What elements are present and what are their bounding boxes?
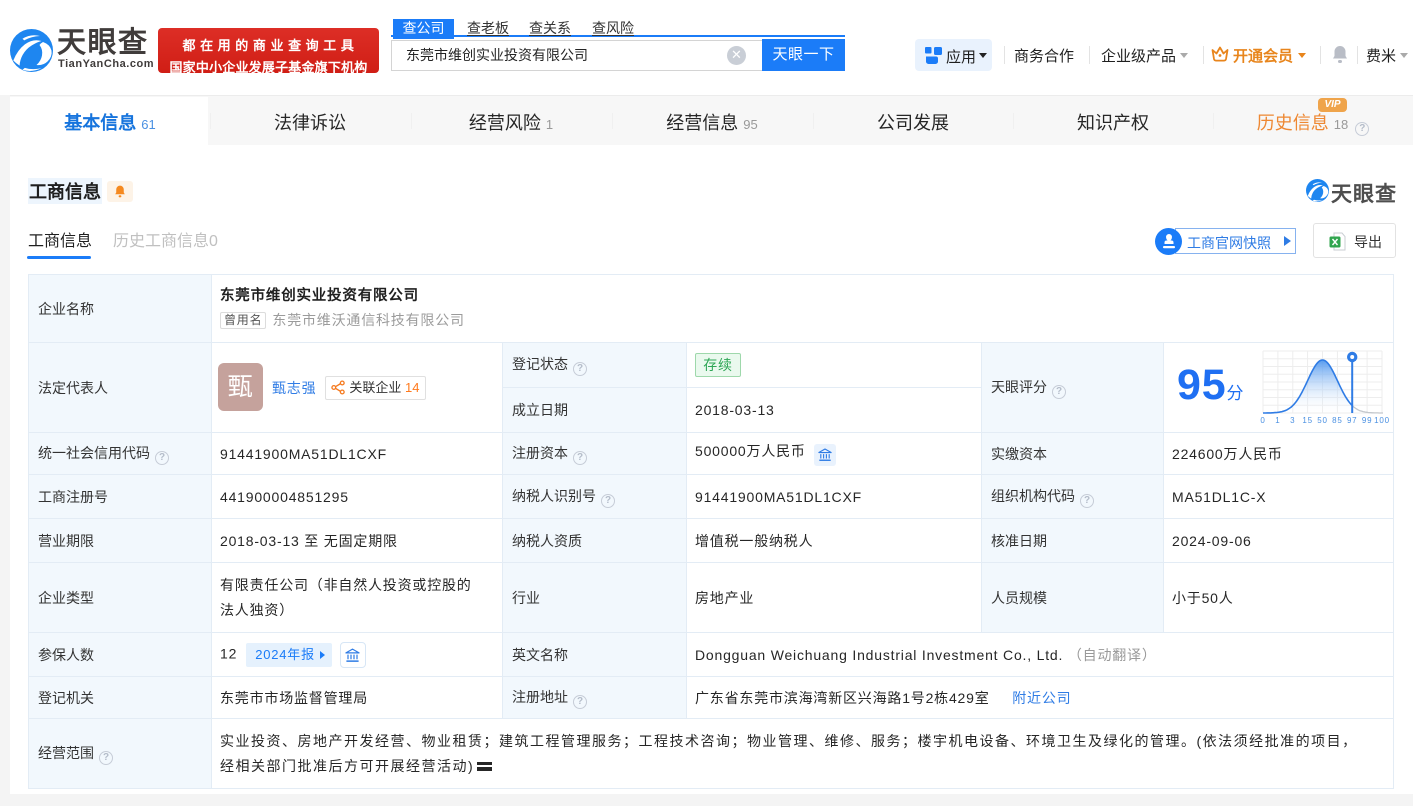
- svg-text:50: 50: [1318, 416, 1329, 425]
- svg-text:85: 85: [1332, 416, 1343, 425]
- svg-text:97: 97: [1347, 416, 1358, 425]
- svg-text:99: 99: [1362, 416, 1373, 425]
- svg-text:15: 15: [1303, 416, 1314, 425]
- svg-text:100: 100: [1374, 416, 1390, 425]
- svg-text:1: 1: [1276, 416, 1281, 425]
- svg-text:3: 3: [1290, 416, 1295, 425]
- svg-text:0: 0: [1261, 416, 1266, 425]
